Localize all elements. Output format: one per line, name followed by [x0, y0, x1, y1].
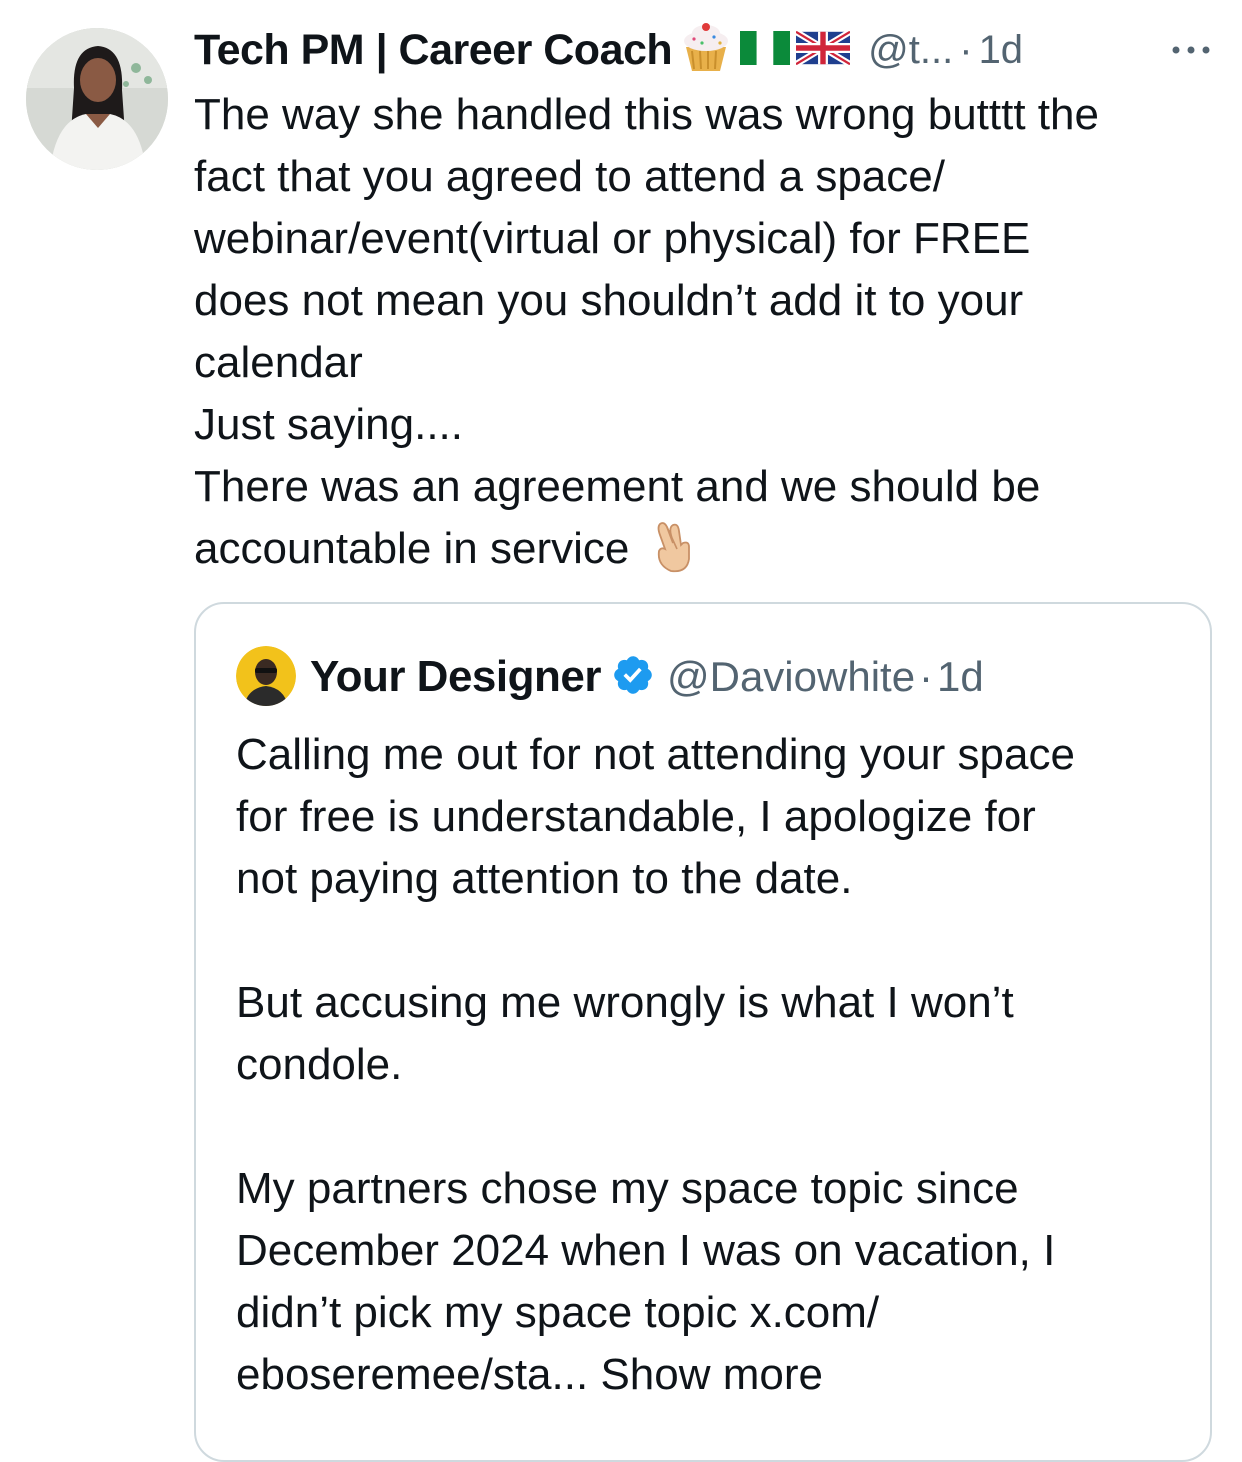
quoted-text-line: didn’t pick my space topic x.com/	[236, 1288, 880, 1337]
author-handle[interactable]: @t...	[868, 28, 953, 73]
tweet-header: Tech PM | Career Coach @t... · 1d	[194, 20, 1224, 80]
quoted-tweet-card[interactable]: Your Designer @Daviowhite · 1d Calling m…	[194, 602, 1212, 1462]
crossed-fingers-icon	[651, 521, 695, 590]
tweet-timestamp[interactable]: 1d	[979, 28, 1024, 73]
quoted-text-line	[236, 910, 1196, 972]
quoted-text-line: for free is understandable, I apologize …	[236, 792, 1036, 841]
tweet-text-line: The way she handled this was wrong buttt…	[194, 90, 1099, 139]
quoted-text-line-last: eboseremee/sta... Show more	[236, 1344, 1196, 1406]
quoted-text-line: eboseremee/sta...	[236, 1350, 589, 1399]
tweet-text-line: webinar/event(virtual or physical) for F…	[194, 214, 1031, 263]
uk-flag-icon	[794, 28, 852, 70]
cupcake-icon	[678, 22, 734, 78]
quoted-text-line: Calling me out for not attending your sp…	[236, 730, 1075, 779]
quoted-text-line: My partners chose my space topic since	[236, 1164, 1019, 1213]
quoted-author-handle[interactable]: @Daviowhite	[667, 653, 915, 701]
quoted-text-line: But accusing me wrongly is what I won’t	[236, 978, 1014, 1027]
tweet-text-line: accountable in service	[194, 524, 630, 573]
tweet-text-line: does not mean you shouldn’t add it to yo…	[194, 276, 1024, 325]
quoted-author-name[interactable]: Your Designer	[310, 652, 601, 702]
quoted-text-line	[236, 1096, 1196, 1158]
verified-badge-icon	[611, 653, 655, 702]
tweet-text-line-last: accountable in service	[194, 518, 1214, 590]
tweet-body: The way she handled this was wrong buttt…	[194, 84, 1214, 590]
nigeria-flag-icon	[740, 30, 791, 70]
author-avatar[interactable]	[26, 28, 168, 170]
quoted-text-line: condole.	[236, 1040, 403, 1089]
tweet-text-line: fact that you agreed to attend a space/	[194, 152, 945, 201]
quoted-text-line: December 2024 when I was on vacation, I	[236, 1226, 1056, 1275]
quoted-author-avatar[interactable]	[236, 646, 296, 706]
quoted-tweet-header: Your Designer @Daviowhite · 1d	[310, 644, 984, 710]
show-more-link[interactable]: Show more	[600, 1350, 823, 1399]
quoted-tweet-timestamp[interactable]: 1d	[937, 653, 984, 701]
quoted-tweet-body: Calling me out for not attending your sp…	[236, 724, 1196, 1406]
author-name[interactable]: Tech PM | Career Coach	[194, 26, 673, 75]
separator-dot: ·	[919, 653, 934, 700]
quoted-text-line: not paying attention to the date.	[236, 854, 853, 903]
separator-dot: ·	[959, 27, 973, 72]
tweet-text-line: There was an agreement and we should be	[194, 462, 1041, 511]
tweet-text-line: Just saying....	[194, 400, 464, 449]
tweet-text-line: calendar	[194, 338, 363, 387]
more-options-icon[interactable]	[1166, 30, 1216, 70]
